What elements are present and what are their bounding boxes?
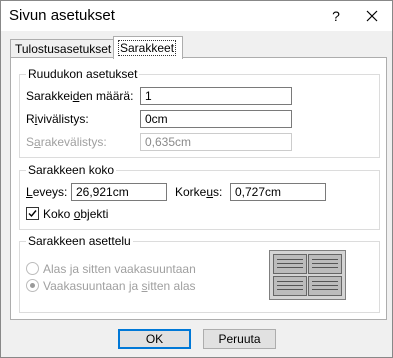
down-then-across-radio[interactable] xyxy=(26,262,39,275)
help-button[interactable]: ? xyxy=(325,5,347,27)
width-label: Leveys: xyxy=(26,185,68,199)
column-layout-title: Sarakkeen asettelu xyxy=(26,234,133,248)
title-bar: Sivun asetukset ? xyxy=(1,1,392,31)
row-spacing-label: Rivivälistys: xyxy=(26,112,89,126)
column-spacing-label: Sarakevälistys: xyxy=(26,135,107,149)
tab-print-options[interactable]: Tulostusasetukset xyxy=(10,39,120,58)
column-layout-preview-icon xyxy=(269,250,346,300)
radio-selected-dot xyxy=(30,283,35,288)
grid-settings-title: Ruudukon asetukset xyxy=(26,67,140,81)
column-size-title: Sarakkeen koko xyxy=(26,163,117,177)
same-as-object-label: Koko objekti xyxy=(43,207,109,221)
height-input[interactable] xyxy=(230,183,326,201)
close-icon xyxy=(366,10,378,22)
tab-print-options-label: Tulostusasetukset xyxy=(15,42,112,56)
column-count-input[interactable] xyxy=(140,87,292,105)
column-count-label: Sarakkeiden määrä: xyxy=(26,89,134,103)
tab-columns-label: Sarakkeet xyxy=(118,40,177,56)
tab-columns[interactable]: Sarakkeet xyxy=(113,36,183,59)
across-then-down-radio[interactable] xyxy=(26,279,39,292)
dialog-title: Sivun asetukset xyxy=(9,7,115,24)
across-then-down-label: Vaakasuuntaan ja sitten alas xyxy=(43,279,196,293)
layout-cell xyxy=(308,254,342,274)
height-label: Korkeus: xyxy=(175,185,223,199)
close-button[interactable] xyxy=(359,3,385,29)
cancel-button[interactable]: Peruuta xyxy=(203,329,276,349)
ok-button[interactable]: OK xyxy=(118,329,191,349)
row-spacing-input[interactable] xyxy=(140,110,292,128)
down-then-across-label: Alas ja sitten vaakasuuntaan xyxy=(43,262,196,276)
width-input[interactable] xyxy=(71,183,167,201)
same-as-object-checkbox[interactable] xyxy=(26,207,39,220)
layout-cell xyxy=(308,276,342,296)
checkmark-icon xyxy=(28,210,37,218)
layout-cell xyxy=(273,254,307,274)
layout-cell xyxy=(273,276,307,296)
page-setup-dialog: Sivun asetukset ? Tulostusasetukset Sara… xyxy=(0,0,393,358)
column-spacing-input xyxy=(140,133,292,151)
